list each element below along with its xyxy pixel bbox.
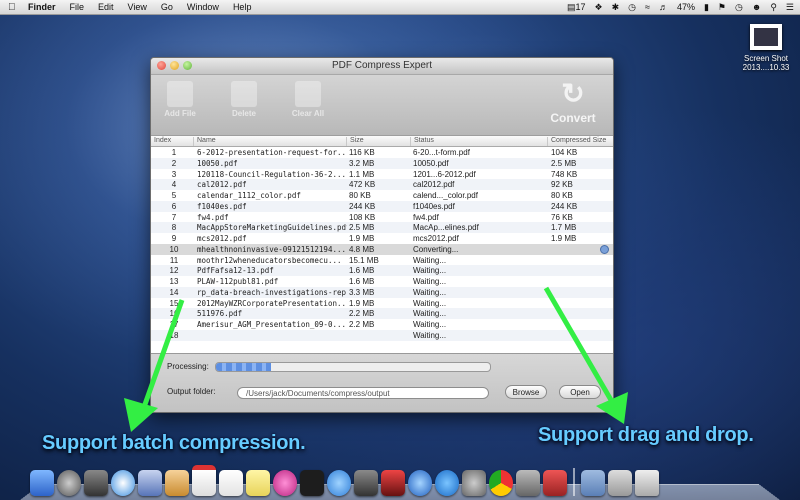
finder-icon[interactable] — [30, 470, 54, 496]
notes-icon[interactable] — [246, 470, 270, 496]
contacts-icon[interactable] — [165, 470, 189, 496]
messages-icon[interactable] — [327, 470, 351, 496]
app-store-icon[interactable] — [435, 470, 459, 496]
callout-drag-and-drop: Support drag and drop. — [538, 424, 754, 446]
utilities-icon[interactable] — [516, 470, 540, 496]
safari-icon[interactable] — [111, 470, 135, 496]
calendar-icon[interactable] — [192, 465, 216, 496]
downloads-stack-icon[interactable] — [608, 470, 632, 496]
dock — [20, 456, 780, 500]
right-arrow-icon — [543, 286, 628, 424]
launchpad-icon[interactable] — [57, 470, 81, 496]
facetime-icon[interactable] — [354, 470, 378, 496]
left-arrow-icon — [124, 299, 185, 432]
chrome-icon[interactable] — [489, 470, 513, 496]
mail-icon[interactable] — [138, 470, 162, 496]
terminal-icon[interactable] — [300, 470, 324, 496]
trash-icon[interactable] — [635, 470, 659, 496]
dock-separator — [573, 468, 575, 496]
itunes-store-icon[interactable] — [273, 470, 297, 496]
reminders-icon[interactable] — [219, 470, 243, 496]
system-preferences-icon[interactable] — [462, 470, 486, 496]
itunes-icon[interactable] — [408, 470, 432, 496]
callout-batch-compression: Support batch compression. — [42, 432, 306, 454]
pdf-compress-expert-icon[interactable] — [543, 470, 567, 496]
photo-booth-icon[interactable] — [381, 470, 405, 496]
mission-control-icon[interactable] — [84, 470, 108, 496]
applications-folder-icon[interactable] — [581, 470, 605, 496]
